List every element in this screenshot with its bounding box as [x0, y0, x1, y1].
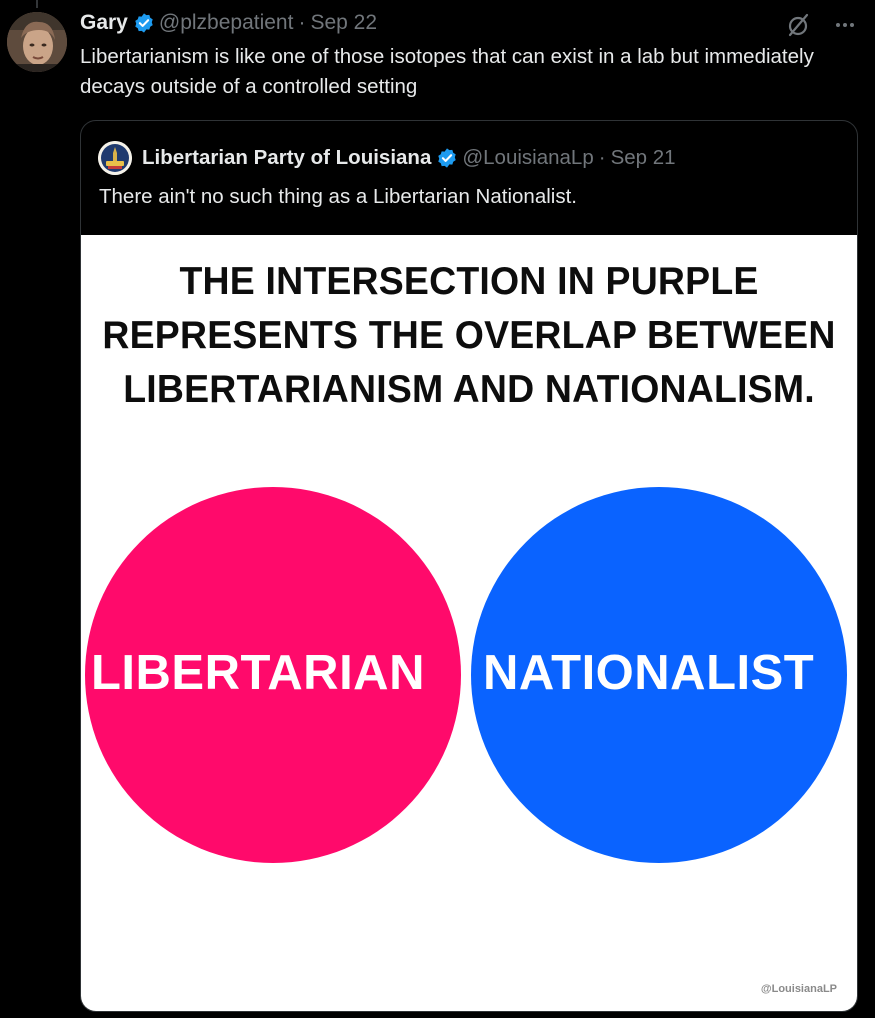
quoted-author-avatar [98, 141, 132, 175]
tweet-text: Libertarianism is like one of those isot… [80, 45, 814, 98]
separator-dot: · [298, 11, 306, 34]
quoted-author-handle[interactable]: @LouisianaLp [462, 146, 593, 170]
meme-title-line: REPRESENTS THE OVERLAP BETWEEN [102, 314, 836, 357]
quoted-tweet-card[interactable]: Libertarian Party of Louisiana @Louisian… [80, 120, 858, 1012]
verified-badge-icon [438, 148, 457, 168]
meme-title-line: LIBERTARIANISM AND NATIONALISM. [123, 368, 815, 411]
grok-icon[interactable] [785, 12, 811, 38]
quoted-author-name[interactable]: Libertarian Party of Louisiana [142, 146, 431, 170]
quoted-tweet-header: Libertarian Party of Louisiana @Louisian… [98, 141, 676, 175]
more-icon[interactable] [833, 13, 857, 37]
tweet-date[interactable]: Sep 22 [310, 11, 377, 35]
tweet-header: Gary @plzbepatient · Sep 22 [80, 8, 377, 38]
image-watermark: @LouisianaLP [760, 983, 837, 995]
quoted-tweet-image[interactable]: THE INTERSECTION IN PURPLE REPRESENTS TH… [81, 235, 857, 1011]
meme-title: THE INTERSECTION IN PURPLE REPRESENTS TH… [97, 255, 842, 417]
thread-connector [36, 0, 38, 8]
libertarian-label: LIBERTARIAN [91, 646, 425, 700]
author-handle[interactable]: @plzbepatient [159, 11, 294, 35]
separator-dot: · [598, 146, 606, 169]
author-name[interactable]: Gary [80, 11, 128, 35]
nationalist-label: NATIONALIST [483, 646, 815, 700]
author-avatar[interactable] [7, 12, 67, 72]
quoted-tweet-date[interactable]: Sep 21 [611, 146, 676, 170]
tweet-actions-top [785, 12, 857, 38]
quoted-tweet-text: There ain't no such thing as a Libertari… [99, 185, 577, 208]
verified-badge-icon [135, 13, 153, 33]
meme-title-line: THE INTERSECTION IN PURPLE [179, 260, 759, 303]
